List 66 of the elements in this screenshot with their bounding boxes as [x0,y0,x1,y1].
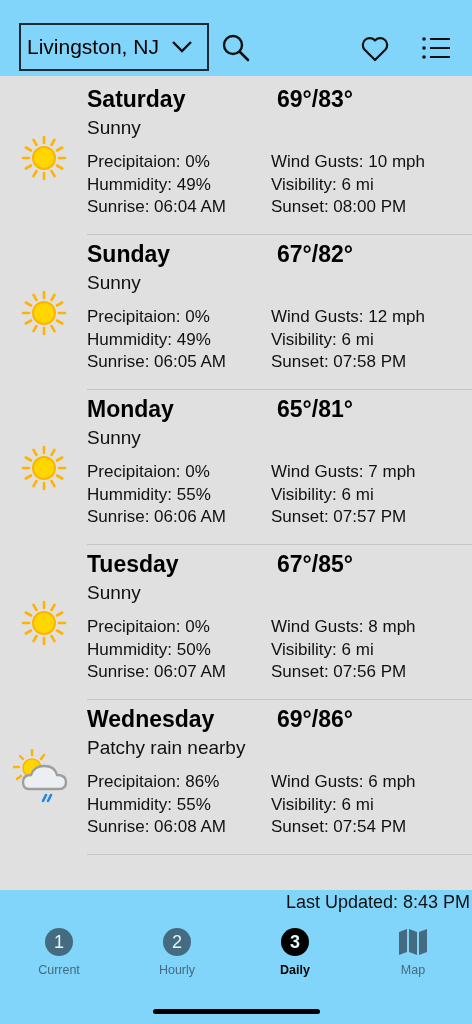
weather-detail: Wind Gusts: 12 mph [271,306,426,328]
weather-detail: Visibility: 6 mi [271,483,375,506]
weather-detail: Precipitaion: 0% [87,306,211,328]
map-icon [398,928,428,956]
sun-icon [20,599,67,646]
temperature-range: 67°/82° [277,240,353,269]
heart-icon [361,36,389,62]
day-name: Sunday [87,240,172,269]
weather-condition: Sunny [87,116,142,140]
sun-icon [20,289,67,336]
weather-detail: Visibility: 6 mi [271,173,375,196]
weather-detail: Hummidity: 50% [87,638,212,661]
weather-detail: Sunset: 07:54 PM [271,816,408,838]
weather-condition: Sunny [87,581,142,605]
chevron-down-icon [171,40,193,54]
day-name: Saturday [87,85,187,114]
weather-condition: Patchy rain nearby [87,736,247,760]
weather-detail: Sunrise: 06:05 AM [87,351,227,373]
tab-item[interactable]: 3 Daily [236,928,354,977]
tab-item[interactable]: 1 Current [0,928,118,977]
weather-detail: Hummidity: 49% [87,328,212,351]
day-name: Wednesday [87,705,216,734]
weather-detail: Sunrise: 06:06 AM [87,506,227,528]
tab-number-badge: 3 [281,928,309,956]
weather-detail: Precipitaion: 86% [87,771,221,793]
weather-detail: Sunset: 07:57 PM [271,506,408,528]
weather-detail: Wind Gusts: 8 mph [271,616,417,638]
day-name: Tuesday [87,550,180,579]
tab-item[interactable]: Map [354,928,472,977]
tab-number-badge: 2 [163,928,191,956]
weather-detail: Sunrise: 06:04 AM [87,196,227,218]
weather-condition: Sunny [87,426,142,450]
menu-button[interactable] [422,37,450,59]
weather-detail: Sunrise: 06:07 AM [87,661,227,683]
weather-detail: Wind Gusts: 6 mph [271,771,417,793]
last-updated-text: Last Updated: 8:43 PM [285,891,471,914]
weather-detail: Sunset: 07:56 PM [271,661,408,683]
weather-detail: Hummidity: 55% [87,793,212,816]
weather-condition: Sunny [87,271,142,295]
weather-detail: Precipitaion: 0% [87,151,211,173]
tab-number-badge: 1 [45,928,73,956]
temperature-range: 69°/86° [277,705,353,734]
favorite-button[interactable] [361,36,389,62]
sun-icon [20,444,67,491]
weather-detail: Precipitaion: 0% [87,616,211,638]
weather-detail: Hummidity: 55% [87,483,212,506]
sun-icon [20,134,67,181]
weather-detail: Wind Gusts: 10 mph [271,151,426,173]
weather-detail: Precipitaion: 0% [87,461,211,483]
list-icon [422,37,450,59]
weather-detail: Visibility: 6 mi [271,793,375,816]
weather-detail: Sunset: 07:58 PM [271,351,408,373]
search-icon [222,34,250,62]
temperature-range: 67°/85° [277,550,353,579]
weather-detail: Visibility: 6 mi [271,328,375,351]
weather-detail: Sunrise: 06:08 AM [87,816,227,838]
weather-detail: Hummidity: 49% [87,173,212,196]
location-dropdown[interactable]: Livingston, NJ [19,23,209,71]
tab-item[interactable]: 2 Hourly [118,928,236,977]
weather-detail: Wind Gusts: 7 mph [271,461,417,483]
weather-detail: Visibility: 6 mi [271,638,375,661]
search-button[interactable] [222,34,250,62]
weather-detail: Sunset: 08:00 PM [271,196,408,218]
temperature-range: 69°/83° [277,85,353,114]
day-name: Monday [87,395,175,424]
temperature-range: 65°/81° [277,395,353,424]
